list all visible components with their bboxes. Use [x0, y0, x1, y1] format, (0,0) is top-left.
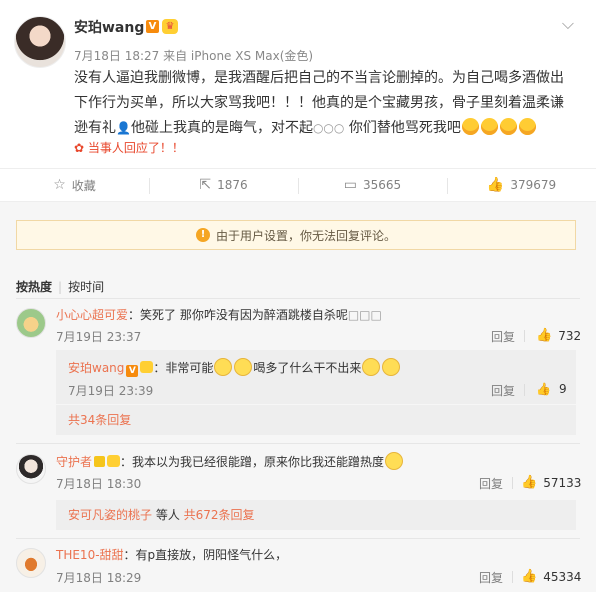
crying-emoji-icon — [499, 118, 517, 135]
reply-note[interactable]: ✿ 当事人回应了！！ — [74, 139, 184, 156]
post-text: 没有人逼迫我删微博，是我酒醒后把自己的不当言论删掉的。为自己喝多酒做出下作行为买… — [74, 70, 564, 136]
comment-time: 7月18日 18:30 — [56, 477, 142, 491]
comment-section: ! 由于用户设置，你无法回复评论。 按热度 | 按时间 小心心超可爱：笑死了 那你咋没… — [0, 202, 596, 592]
notice-banner: ! 由于用户设置，你无法回复评论。 — [16, 220, 576, 250]
doge-emoji-icon — [382, 358, 401, 376]
vip-crown-icon — [107, 455, 121, 467]
crying-emoji-icon — [480, 118, 498, 135]
comment-text: THE10-甜甜：有p直接放，阴阳怪气什么， — [56, 548, 288, 562]
commenter-name[interactable]: 小心心超可爱 — [56, 308, 128, 322]
favorite-button[interactable]: ☆ 收藏 — [0, 169, 149, 201]
thumbs-up-icon: 👍 — [521, 569, 538, 584]
reply-button[interactable]: 回复 — [491, 382, 515, 399]
doge-emoji-icon — [214, 358, 233, 376]
reply-button[interactable]: 回复 — [479, 475, 503, 492]
post-meta: 7月18日 18:27 来自 iPhone XS Max(金色) — [74, 49, 314, 63]
more-replies-link[interactable]: 安可凡姿的桃子 等人 共672条回复 — [56, 500, 576, 530]
reply-button[interactable]: 回复 — [479, 569, 503, 586]
commenter-avatar[interactable] — [16, 454, 46, 484]
vip-crown-icon — [140, 361, 154, 373]
doge-emoji-icon — [362, 358, 381, 376]
doge-emoji-icon — [234, 358, 253, 376]
person-icon: 👤 — [116, 121, 131, 135]
comment-like-button[interactable]: 👍 9 — [536, 382, 567, 396]
reply-button[interactable]: 回复 — [491, 328, 515, 345]
comment-time: 7月19日 23:37 — [56, 330, 142, 344]
sub-reply-text: 安珀wang V ：非常可能 喝多了什么干不出来 — [68, 358, 401, 377]
repost-button[interactable]: ⇱ 1876 — [149, 169, 298, 201]
thumbs-up-icon: 👍 — [536, 328, 553, 343]
weibo-post: 安珀wang V ♛ ⌵ 7月18日 18:27 来自 iPhone XS Ma… — [0, 0, 596, 168]
flower-icon: ✿ — [74, 141, 85, 155]
sub-reply: 安珀wang V ：非常可能 喝多了什么干不出来 7月19日 23:39 回复 👍 9 — [56, 350, 576, 404]
vip-crown-icon: ♛ — [162, 19, 178, 34]
comment-button[interactable]: ▭ 35665 — [298, 169, 447, 201]
sub-reply-author[interactable]: 安珀wang — [68, 361, 124, 375]
comment-icon: ▭ — [343, 177, 358, 193]
thumbs-up-icon: 👍 — [521, 475, 538, 490]
sort-by-hot[interactable]: 按热度 — [16, 280, 52, 294]
thumbs-up-icon: 👍 — [486, 177, 505, 193]
info-icon: ! — [195, 228, 210, 242]
crying-emoji-icon — [461, 118, 479, 135]
sort-by-time[interactable]: 按时间 — [68, 280, 104, 294]
commenter-name[interactable]: THE10-甜甜 — [56, 548, 124, 562]
sub-reply-time: 7月19日 23:39 — [68, 384, 154, 398]
comment-text: 守护者 ：我本以为我已经很能蹭，原来你比我还能蹭热度 — [56, 452, 404, 470]
repost-icon: ⇱ — [199, 177, 212, 193]
doge-emoji-icon — [385, 452, 404, 470]
crying-emoji-icon — [518, 118, 536, 135]
verified-v-icon: V — [146, 20, 159, 33]
like-button[interactable]: 👍 379679 — [447, 169, 596, 201]
commenter-avatar[interactable] — [16, 308, 46, 338]
comment-text: 小心心超可爱：笑死了 那你咋没有因为醉酒跳楼自杀呢□□□ — [56, 308, 382, 322]
comment-like-button[interactable]: 👍 732 — [536, 328, 581, 343]
commenter-avatar[interactable] — [16, 548, 46, 578]
verified-v-icon: V — [126, 365, 139, 377]
comment-like-button[interactable]: 👍 45334 — [521, 569, 581, 584]
comment-time: 7月18日 18:29 — [56, 571, 142, 585]
star-icon: ☆ — [53, 177, 66, 193]
gold-v-icon — [94, 456, 106, 467]
more-replies-link[interactable]: 共34条回复 — [56, 405, 576, 435]
chevron-down-icon[interactable]: ⌵ — [562, 14, 574, 34]
action-bar: ☆ 收藏 ⇱ 1876 ▭ 35665 👍 379679 — [0, 168, 596, 202]
commenter-name[interactable]: 守护者 — [56, 455, 92, 469]
comment-like-button[interactable]: 👍 57133 — [521, 475, 581, 490]
sort-tabs: 按热度 | 按时间 — [16, 280, 105, 294]
author-avatar[interactable] — [14, 16, 66, 68]
thumbs-up-icon: 👍 — [536, 382, 551, 396]
author-name[interactable]: 安珀wang — [74, 17, 144, 37]
